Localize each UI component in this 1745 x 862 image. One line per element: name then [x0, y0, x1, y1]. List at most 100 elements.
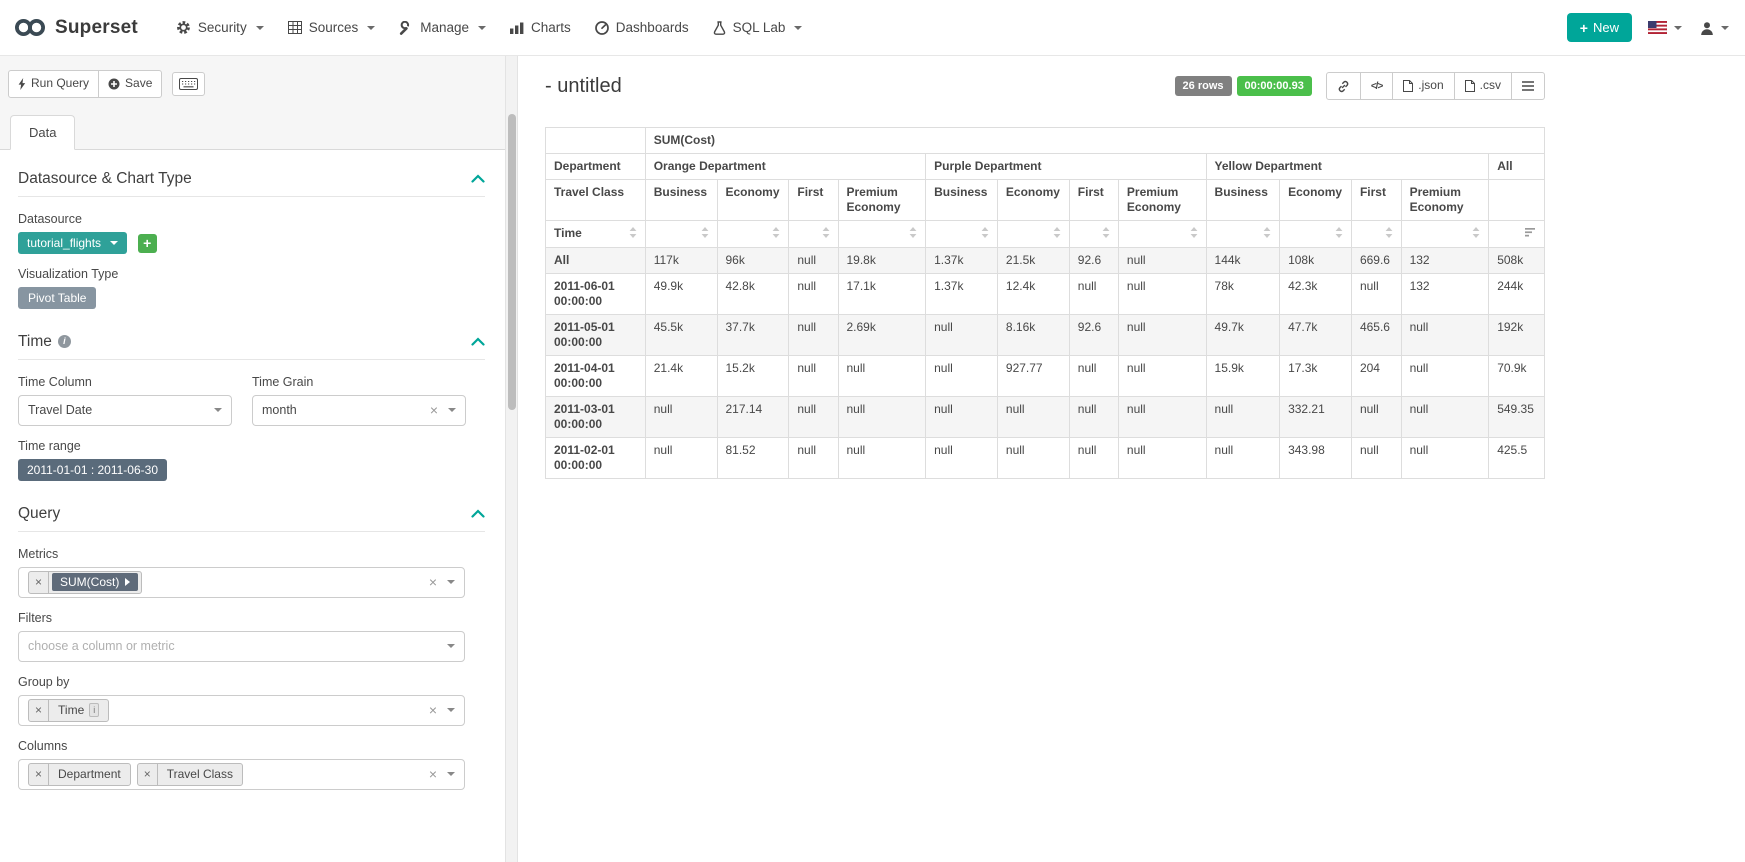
sort-icon[interactable] [909, 227, 917, 242]
metric-token[interactable]: × SUM(Cost) [28, 571, 142, 594]
sort-icon[interactable] [1263, 227, 1271, 242]
time-sort-header[interactable]: Time [546, 221, 646, 248]
clear-icon[interactable]: × [429, 703, 437, 717]
pivot-cell: 132 [1401, 274, 1489, 315]
col-sort-header[interactable] [926, 221, 998, 248]
row-label: 2011-02-01 00:00:00 [546, 438, 646, 479]
nav-manage[interactable]: Manage [387, 10, 498, 45]
clear-icon[interactable]: × [430, 403, 438, 417]
pivot-cell: null [997, 438, 1069, 479]
col-sort-header[interactable] [717, 221, 789, 248]
pivot-table: SUM(Cost)DepartmentOrange DepartmentPurp… [545, 127, 1545, 479]
bar-chart-icon [510, 22, 524, 34]
user-menu[interactable] [1698, 15, 1731, 41]
pivot-cell: null [926, 315, 998, 356]
clear-icon[interactable]: × [429, 767, 437, 781]
clear-icon[interactable]: × [429, 575, 437, 589]
filters-select[interactable]: choose a column or metric [18, 631, 465, 662]
embed-code-button[interactable]: </> [1360, 72, 1393, 100]
column-token[interactable]: × Department [28, 763, 131, 786]
nav-dashboards[interactable]: Dashboards [583, 10, 701, 45]
sort-icon[interactable] [1102, 227, 1110, 242]
pivot-cell: 70.9k [1489, 356, 1545, 397]
left-panel-scrollbar[interactable] [505, 56, 518, 862]
time-range-value[interactable]: 2011-01-01 : 2011-06-30 [18, 459, 167, 481]
col-sort-header[interactable] [1401, 221, 1489, 248]
remove-icon[interactable]: × [29, 764, 49, 785]
menu-button[interactable] [1511, 72, 1545, 100]
scrollbar-thumb[interactable] [508, 114, 516, 410]
plus-circle-icon [108, 78, 120, 90]
sort-icon[interactable] [822, 227, 830, 242]
col-sort-header[interactable] [1280, 221, 1352, 248]
nav-sql-lab[interactable]: SQL Lab [701, 10, 815, 45]
col-sort-header[interactable] [1069, 221, 1118, 248]
col-sort-header[interactable] [1351, 221, 1401, 248]
col-sort-header[interactable] [997, 221, 1069, 248]
time-column-label: Time Column [18, 375, 232, 389]
sort-icon[interactable] [701, 227, 709, 242]
sort-icon[interactable] [1385, 227, 1393, 242]
new-button[interactable]: + New [1567, 13, 1632, 42]
sort-amount-icon[interactable] [1525, 227, 1536, 242]
language-selector[interactable] [1646, 15, 1684, 40]
nav-sources[interactable]: Sources [276, 10, 388, 45]
col-sort-header[interactable] [1118, 221, 1206, 248]
sort-icon[interactable] [981, 227, 989, 242]
col-sort-header[interactable] [789, 221, 838, 248]
sort-icon[interactable] [1053, 227, 1061, 242]
class-header: Economy [997, 180, 1069, 221]
share-link-button[interactable] [1326, 72, 1361, 100]
col-sort-header[interactable] [1206, 221, 1280, 248]
navbar: Superset Security Sources Manage [0, 0, 1745, 56]
chart-title[interactable]: - untitled [545, 75, 622, 98]
save-button[interactable]: Save [98, 70, 162, 98]
pivot-cell: null [789, 397, 838, 438]
groupby-select[interactable]: × Time i × [18, 695, 465, 726]
sort-icon[interactable] [772, 227, 780, 242]
class-header [1489, 180, 1545, 221]
pivot-cell: null [926, 397, 998, 438]
pivot-cell: 132 [1401, 248, 1489, 274]
chevron-up-icon[interactable] [471, 509, 485, 518]
time-column-select[interactable]: Travel Date [18, 395, 232, 426]
export-csv-button[interactable]: .csv [1454, 72, 1512, 100]
column-token[interactable]: × Travel Class [137, 763, 243, 786]
nav-security[interactable]: Security [164, 10, 276, 45]
tab-data[interactable]: Data [10, 115, 75, 150]
pivot-cell: null [1118, 315, 1206, 356]
datasource-select[interactable]: tutorial_flights [18, 232, 127, 254]
caret-down-icon [447, 772, 455, 776]
chevron-up-icon[interactable] [471, 337, 485, 346]
sort-icon[interactable] [629, 227, 637, 242]
remove-icon[interactable]: × [29, 572, 49, 593]
remove-icon[interactable]: × [29, 700, 49, 721]
run-query-button[interactable]: Run Query [8, 70, 99, 98]
pivot-cell: null [926, 356, 998, 397]
metrics-select[interactable]: × SUM(Cost) × [18, 567, 465, 598]
nav-charts[interactable]: Charts [498, 10, 583, 45]
chevron-up-icon[interactable] [471, 174, 485, 183]
sort-icon[interactable] [1472, 227, 1480, 242]
table-row: All117k96knull19.8k1.37k21.5k92.6null144… [546, 248, 1545, 274]
class-header: First [789, 180, 838, 221]
add-datasource-button[interactable]: + [138, 234, 157, 253]
sort-icon[interactable] [1190, 227, 1198, 242]
caret-down-icon [447, 580, 455, 584]
col-sort-header[interactable] [645, 221, 717, 248]
superset-logo[interactable]: Superset [14, 17, 138, 39]
keyboard-shortcuts-button[interactable] [172, 72, 205, 96]
groupby-token[interactable]: × Time i [28, 699, 109, 722]
gauge-icon [595, 21, 609, 35]
panel-header: Run Query Save Data [0, 56, 505, 150]
col-sort-header[interactable] [838, 221, 926, 248]
col-sort-header[interactable] [1489, 221, 1545, 248]
remove-icon[interactable]: × [138, 764, 158, 785]
code-icon: </> [1371, 80, 1382, 93]
viz-type-value[interactable]: Pivot Table [18, 287, 96, 309]
time-grain-select[interactable]: month × [252, 395, 466, 426]
table-row: 2011-02-01 00:00:00null81.52nullnullnull… [546, 438, 1545, 479]
export-json-button[interactable]: .json [1392, 72, 1454, 100]
columns-select[interactable]: × Department × Travel Class × [18, 759, 465, 790]
sort-icon[interactable] [1335, 227, 1343, 242]
